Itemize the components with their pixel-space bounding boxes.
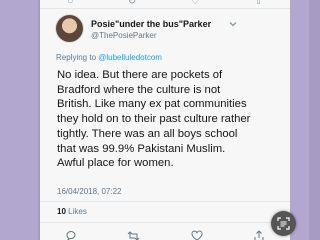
reply-prefix: Replying to	[56, 53, 99, 62]
like-icon[interactable]: ♡	[191, 0, 200, 7]
comment-icon[interactable]	[65, 230, 77, 240]
share-icon[interactable]: ⇧	[254, 0, 262, 7]
comment-icon[interactable]: ○	[67, 0, 73, 7]
tweet-card: ○ ↻ ♡ ⇧ Posie"under the bus"Parker @TheP…	[40, 0, 290, 240]
tweet-text: No idea. But there are pockets of Bradfo…	[57, 69, 251, 170]
share-icon[interactable]	[253, 230, 265, 240]
likes-label: Likes	[68, 207, 87, 216]
like-icon[interactable]	[191, 230, 203, 240]
retweet-icon[interactable]: ↻	[128, 0, 136, 7]
reply-handle-link[interactable]: @lubelluledotcom	[98, 53, 162, 62]
background-right	[287, 0, 309, 240]
divider	[40, 201, 290, 202]
retweet-icon[interactable]	[127, 230, 140, 240]
user-handle[interactable]: @ThePosieParker	[91, 31, 156, 40]
avatar[interactable]	[56, 15, 83, 42]
scan-text-button[interactable]	[271, 211, 296, 236]
display-name[interactable]: Posie"under the bus"Parker	[91, 19, 211, 29]
likes-count[interactable]: 10 Likes	[57, 207, 87, 216]
divider	[40, 222, 290, 223]
divider	[40, 8, 290, 9]
replying-to: Replying to @lubelluledotcom	[56, 53, 162, 62]
tweet-actions	[40, 229, 290, 240]
chevron-down-icon[interactable]	[228, 19, 238, 29]
background-left	[0, 0, 38, 240]
scan-text-icon	[277, 217, 290, 230]
top-actions: ○ ↻ ♡ ⇧	[40, 0, 290, 8]
likes-number: 10	[57, 207, 66, 216]
timestamp: 16/04/2018, 07:22	[57, 187, 122, 196]
